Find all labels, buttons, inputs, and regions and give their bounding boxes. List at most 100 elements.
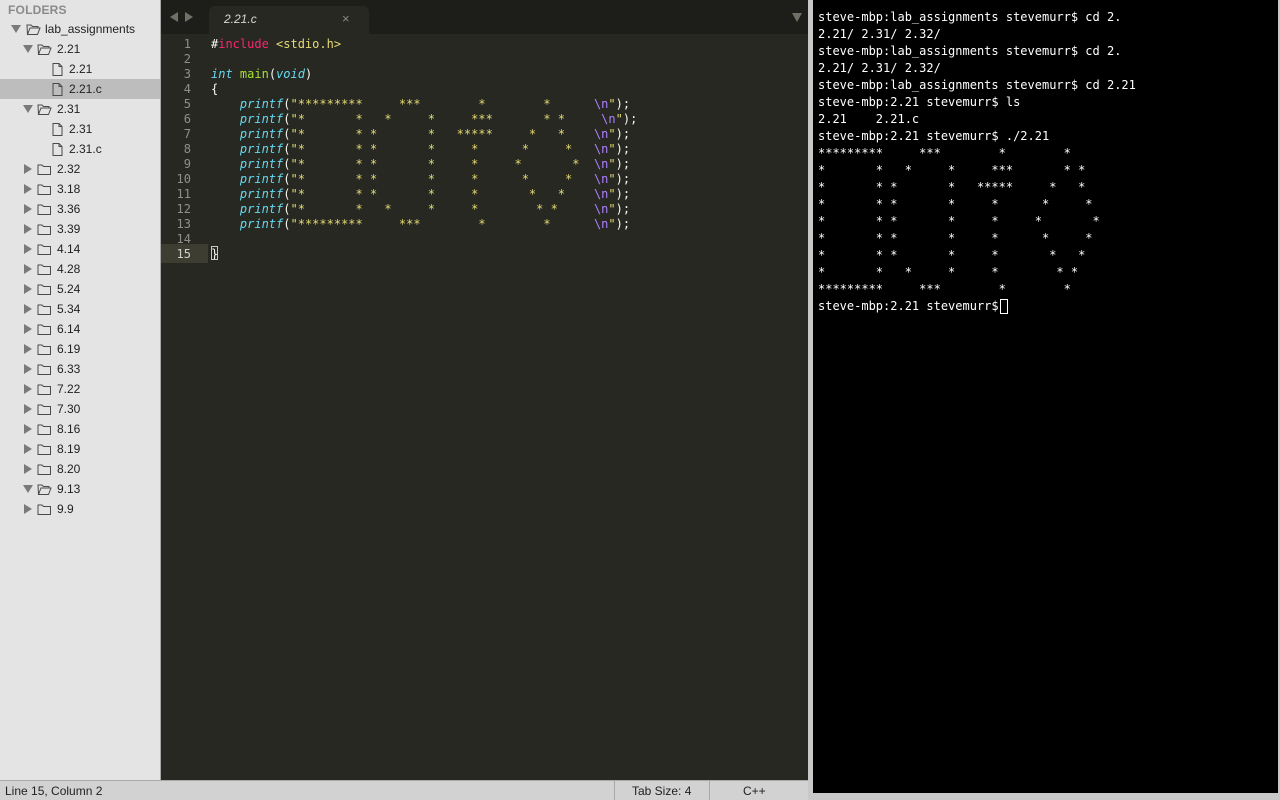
terminal-line: 2.21 2.21.c — [818, 112, 920, 126]
chevron-right-icon[interactable] — [24, 324, 32, 334]
terminal-line: steve-mbp:2.21 stevemurr$ — [818, 299, 1006, 313]
sidebar-folder[interactable]: 8.20 — [0, 459, 160, 479]
sidebar-folder[interactable]: 3.36 — [0, 199, 160, 219]
sidebar-folder[interactable]: 5.34 — [0, 299, 160, 319]
sidebar-item-label: 2.21 — [69, 62, 93, 76]
line-number: 2 — [183, 52, 191, 66]
tab-size-selector[interactable]: Tab Size: 4 — [632, 784, 691, 798]
code-token: ); — [622, 112, 638, 126]
chevron-right-icon[interactable] — [24, 384, 32, 394]
terminal-line: 2.21/ 2.31/ 2.32/ — [818, 61, 941, 75]
code-token: ( — [283, 202, 291, 216]
chevron-right-icon[interactable] — [24, 404, 32, 414]
sidebar-folder[interactable]: 4.14 — [0, 239, 160, 259]
chevron-right-icon[interactable] — [24, 304, 32, 314]
sidebar-folder[interactable]: 6.33 — [0, 359, 160, 379]
code-token: int — [211, 67, 233, 81]
tab-2-21-c[interactable]: 2.21.c × — [209, 6, 369, 34]
sidebar-folder[interactable]: 6.14 — [0, 319, 160, 339]
status-bar: Line 15, Column 2 Tab Size: 4 C++ — [0, 780, 808, 800]
code-token: ); — [615, 187, 631, 201]
sidebar-folder[interactable]: 8.16 — [0, 419, 160, 439]
sidebar-file[interactable]: 2.31.c — [0, 139, 160, 159]
sidebar-folder[interactable]: 8.19 — [0, 439, 160, 459]
sidebar-folder[interactable]: 5.24 — [0, 279, 160, 299]
terminal-line: steve-mbp:lab_assignments stevemurr$ cd … — [818, 78, 1136, 92]
terminal-line: * * * * * * * — [818, 265, 1079, 279]
arrow-right-icon[interactable] — [185, 12, 193, 22]
sidebar-item-label: 2.31.c — [69, 142, 102, 156]
chevron-right-icon[interactable] — [24, 284, 32, 294]
line-number: 6 — [183, 112, 191, 126]
code-line: printf("********* *** * * \n"); — [211, 97, 630, 112]
sidebar-folder[interactable]: 3.18 — [0, 179, 160, 199]
sidebar-file[interactable]: 2.21.c — [0, 79, 160, 99]
chevron-right-icon[interactable] — [24, 504, 32, 514]
code-token: ( — [283, 187, 291, 201]
sidebar-folder[interactable]: 7.30 — [0, 399, 160, 419]
chevron-right-icon[interactable] — [24, 264, 32, 274]
sidebar-folder[interactable]: 7.22 — [0, 379, 160, 399]
tab-menu-icon[interactable] — [792, 13, 802, 22]
chevron-right-icon[interactable] — [24, 184, 32, 194]
arrow-left-icon[interactable] — [170, 12, 178, 22]
chevron-right-icon[interactable] — [24, 424, 32, 434]
sidebar-folder[interactable]: 6.19 — [0, 339, 160, 359]
chevron-right-icon[interactable] — [24, 344, 32, 354]
sidebar-folder[interactable]: 2.21 — [0, 39, 160, 59]
tab-bar: 2.21.c × — [161, 0, 808, 34]
code-line: printf("* * * * * * * \n"); — [211, 187, 630, 202]
tab-title: 2.21.c — [224, 12, 257, 26]
sidebar-folder[interactable]: 9.9 — [0, 499, 160, 522]
sidebar-folder[interactable]: 2.32 — [0, 159, 160, 179]
close-icon[interactable]: × — [342, 11, 350, 26]
sidebar-item-label: 2.31 — [69, 122, 93, 136]
code-token: \n — [601, 112, 616, 126]
chevron-right-icon[interactable] — [24, 164, 32, 174]
terminal-cursor — [1000, 299, 1008, 314]
chevron-down-icon[interactable] — [23, 485, 33, 493]
code-token: printf — [239, 97, 284, 111]
sidebar-folder[interactable]: 3.39 — [0, 219, 160, 239]
code-token: ); — [615, 142, 631, 156]
sidebar-file[interactable]: 2.31 — [0, 119, 160, 139]
code-token: "* * * * ***** * * — [290, 127, 594, 141]
cursor-position: Line 15, Column 2 — [5, 784, 103, 798]
code-line: printf("* * * * * * * \n"); — [211, 142, 630, 157]
folder-icon — [37, 502, 52, 522]
code-token: main — [239, 67, 269, 81]
sidebar-item-label: 9.9 — [57, 502, 74, 516]
code-token: ( — [283, 142, 291, 156]
chevron-right-icon[interactable] — [24, 444, 32, 454]
terminal-line: * * * * * * * — [818, 231, 1093, 245]
terminal[interactable]: steve-mbp:lab_assignments stevemurr$ cd … — [813, 0, 1278, 793]
sidebar-folder[interactable]: 2.31 — [0, 99, 160, 119]
sidebar-root-folder[interactable]: lab_assignments — [0, 19, 160, 39]
code-token: ); — [615, 97, 631, 111]
sidebar-item-label: 5.24 — [57, 282, 81, 296]
chevron-down-icon[interactable] — [23, 105, 33, 113]
code-token: \n — [593, 172, 609, 186]
code-token: ( — [283, 97, 291, 111]
line-number: 5 — [183, 97, 191, 111]
chevron-right-icon[interactable] — [24, 244, 32, 254]
sidebar-item-label: 4.28 — [57, 262, 81, 276]
code-token: " — [608, 142, 616, 156]
chevron-right-icon[interactable] — [24, 364, 32, 374]
sidebar-file[interactable]: 2.21 — [0, 59, 160, 79]
terminal-line: steve-mbp:lab_assignments stevemurr$ cd … — [818, 10, 1122, 24]
sidebar-folder[interactable]: 4.28 — [0, 259, 160, 279]
chevron-right-icon[interactable] — [24, 464, 32, 474]
sidebar-folder[interactable]: 9.13 — [0, 479, 160, 499]
code-token: "* * * * * * * — [290, 202, 594, 216]
chevron-right-icon[interactable] — [24, 204, 32, 214]
chevron-right-icon[interactable] — [24, 224, 32, 234]
divider — [614, 781, 615, 800]
chevron-down-icon[interactable] — [23, 45, 33, 53]
syntax-selector[interactable]: C++ — [743, 784, 766, 798]
chevron-down-icon[interactable] — [11, 25, 21, 33]
